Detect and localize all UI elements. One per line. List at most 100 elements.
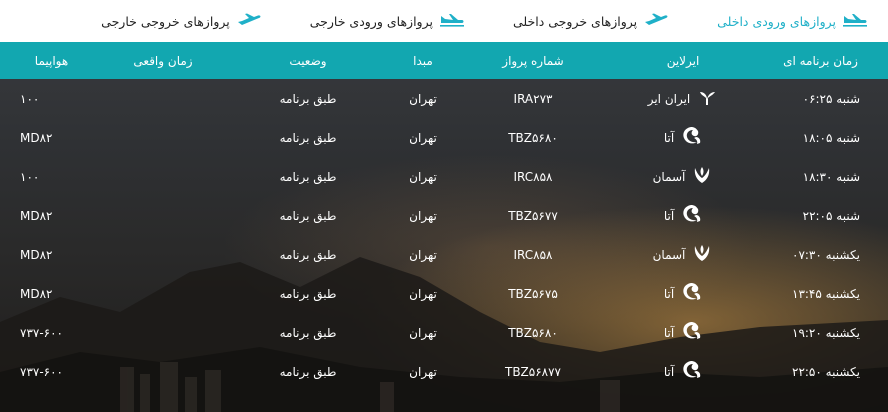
aircraft-cell: ۷۳۷-۶۰۰ [20, 325, 64, 340]
airline-name: آتا [663, 130, 675, 145]
plane-takeoff-icon [643, 13, 669, 30]
flight-type-tabs: پروازهای ورودی داخلی پروازهای خروجی داخل… [0, 0, 888, 42]
airline-name: آتا [663, 286, 675, 301]
table-row[interactable]: یکشنبه ۲۲:۵۰ آتا TBZ۵۶۸۷۷ تهران طبق برنا… [0, 352, 888, 391]
flight-number-cell: IRC۸۵۸ [453, 235, 613, 274]
header-scheduled-time: زمان برنامه ای [783, 53, 858, 68]
flight-number: IRC۸۵۸ [513, 247, 553, 262]
actual-time-cell [103, 274, 223, 313]
airline-cell: آتا [613, 274, 753, 313]
origin-cell: تهران [409, 208, 437, 223]
flight-number-cell: TBZ۵۶۸۰ [453, 118, 613, 157]
origin-cell: تهران [409, 247, 437, 262]
scheduled-time-cell: شنبه ۱۸:۰۵ [802, 130, 860, 145]
actual-time-cell [103, 313, 223, 352]
origin-cell: تهران [409, 169, 437, 184]
aircraft-cell: ۱۰۰ [20, 169, 40, 184]
flight-number-cell: IRC۸۵۸ [453, 157, 613, 196]
flight-number-cell: TBZ۵۶۸۰ [453, 313, 613, 352]
origin-cell: تهران [409, 91, 437, 106]
header-airline: ایرلاین [666, 53, 700, 68]
scheduled-time-cell: یکشنبه ۱۳:۴۵ [792, 286, 860, 301]
flight-number: TBZ۵۶۷۵ [508, 286, 558, 301]
flight-number: TBZ۵۶۸۰ [508, 325, 558, 340]
flight-number-cell: TBZ۵۶۷۵ [453, 274, 613, 313]
actual-time-cell [103, 79, 223, 118]
airline-cell: آتا [613, 118, 753, 157]
status-cell: طبق برنامه [279, 208, 337, 223]
flight-number: IRC۸۵۸ [513, 169, 553, 184]
airline-name: ایران ایر [647, 91, 691, 106]
tab-label: پروازهای ورودی داخلی [717, 13, 836, 29]
airline-cell: آسمان [613, 235, 753, 274]
airline-name: آتا [663, 364, 675, 379]
tab-label: پروازهای ورودی خارجی [309, 13, 433, 29]
airline-cell: آتا [613, 352, 753, 391]
airline-name: آسمان [652, 169, 686, 184]
status-cell: طبق برنامه [279, 91, 337, 106]
ata-logo-icon [680, 320, 702, 345]
ata-logo-icon [680, 125, 702, 150]
airline-name: آتا [663, 325, 675, 340]
scheduled-time-cell: یکشنبه ۱۹:۲۰ [792, 325, 860, 340]
scheduled-time-cell: یکشنبه ۰۷:۳۰ [792, 247, 860, 262]
origin-cell: تهران [409, 130, 437, 145]
aseman-logo-icon [691, 242, 713, 267]
table-row[interactable]: شنبه ۱۸:۳۰ آسمان IRC۸۵۸ تهران طبق برنامه… [0, 157, 888, 196]
table-row[interactable]: یکشنبه ۰۷:۳۰ آسمان IRC۸۵۸ تهران طبق برنا… [0, 235, 888, 274]
flights-table: زمان برنامه ای ایرلاین شماره پرواز مبدا … [0, 42, 888, 391]
ata-logo-icon [680, 281, 702, 306]
iranair-logo-icon [696, 86, 718, 111]
airline-cell: ایران ایر [613, 79, 753, 118]
aircraft-cell: ۷۳۷-۶۰۰ [20, 364, 64, 379]
airline-cell: آسمان [613, 157, 753, 196]
tab-international-arrivals[interactable]: پروازهای ورودی خارجی [310, 13, 465, 30]
actual-time-cell [103, 352, 223, 391]
origin-cell: تهران [409, 286, 437, 301]
flight-number-cell: TBZ۵۶۸۷۷ [453, 352, 613, 391]
scheduled-time-cell: شنبه ۰۶:۲۵ [802, 91, 860, 106]
header-actual-time: زمان واقعی [133, 53, 193, 68]
plane-takeoff-icon [236, 13, 262, 30]
aseman-logo-icon [691, 164, 713, 189]
status-cell: طبق برنامه [279, 286, 337, 301]
tab-label: پروازهای خروجی داخلی [512, 13, 638, 29]
table-row[interactable]: یکشنبه ۱۳:۴۵ آتا TBZ۵۶۷۵ تهران طبق برنام… [0, 274, 888, 313]
aircraft-cell: MD۸۲ [20, 247, 53, 262]
tab-label: پروازهای خروجی خارجی [101, 13, 230, 29]
tab-domestic-arrivals[interactable]: پروازهای ورودی داخلی [717, 13, 868, 30]
plane-landing-icon [439, 13, 465, 30]
table-row[interactable]: شنبه ۲۲:۰۵ آتا TBZ۵۶۷۷ تهران طبق برنامه … [0, 196, 888, 235]
header-status: وضعیت [289, 53, 327, 68]
table-row[interactable]: یکشنبه ۱۹:۲۰ آتا TBZ۵۶۸۰ تهران طبق برنام… [0, 313, 888, 352]
origin-cell: تهران [409, 325, 437, 340]
table-row[interactable]: شنبه ۱۸:۰۵ آتا TBZ۵۶۸۰ تهران طبق برنامه … [0, 118, 888, 157]
tab-international-departures[interactable]: پروازهای خروجی خارجی [101, 13, 262, 30]
tab-domestic-departures[interactable]: پروازهای خروجی داخلی [513, 13, 669, 30]
airline-name: آتا [663, 208, 675, 223]
status-cell: طبق برنامه [279, 130, 337, 145]
actual-time-cell [103, 157, 223, 196]
flight-number: TBZ۵۶۸۷۷ [504, 364, 561, 379]
airline-cell: آتا [613, 196, 753, 235]
ata-logo-icon [680, 359, 702, 384]
airline-cell: آتا [613, 313, 753, 352]
scheduled-time-cell: یکشنبه ۲۲:۵۰ [792, 364, 860, 379]
header-aircraft: هواپیما [34, 53, 69, 68]
header-origin: مبدا [413, 53, 433, 68]
airline-name: آسمان [652, 247, 686, 262]
table-row[interactable]: شنبه ۰۶:۲۵ ایران ایر IRA۲۷۳ تهران طبق بر… [0, 79, 888, 118]
scheduled-time-cell: شنبه ۲۲:۰۵ [802, 208, 860, 223]
scheduled-time-cell: شنبه ۱۸:۳۰ [802, 169, 860, 184]
ata-logo-icon [680, 203, 702, 228]
aircraft-cell: MD۸۲ [20, 286, 53, 301]
flight-number: IRA۲۷۳ [513, 91, 553, 106]
flight-number-cell: IRA۲۷۳ [453, 79, 613, 118]
header-flight-number: شماره پرواز [502, 53, 564, 68]
flight-number: TBZ۵۶۸۰ [508, 130, 558, 145]
actual-time-cell [103, 118, 223, 157]
status-cell: طبق برنامه [279, 247, 337, 262]
aircraft-cell: ۱۰۰ [20, 91, 40, 106]
origin-cell: تهران [409, 364, 437, 379]
flight-number: TBZ۵۶۷۷ [508, 208, 558, 223]
